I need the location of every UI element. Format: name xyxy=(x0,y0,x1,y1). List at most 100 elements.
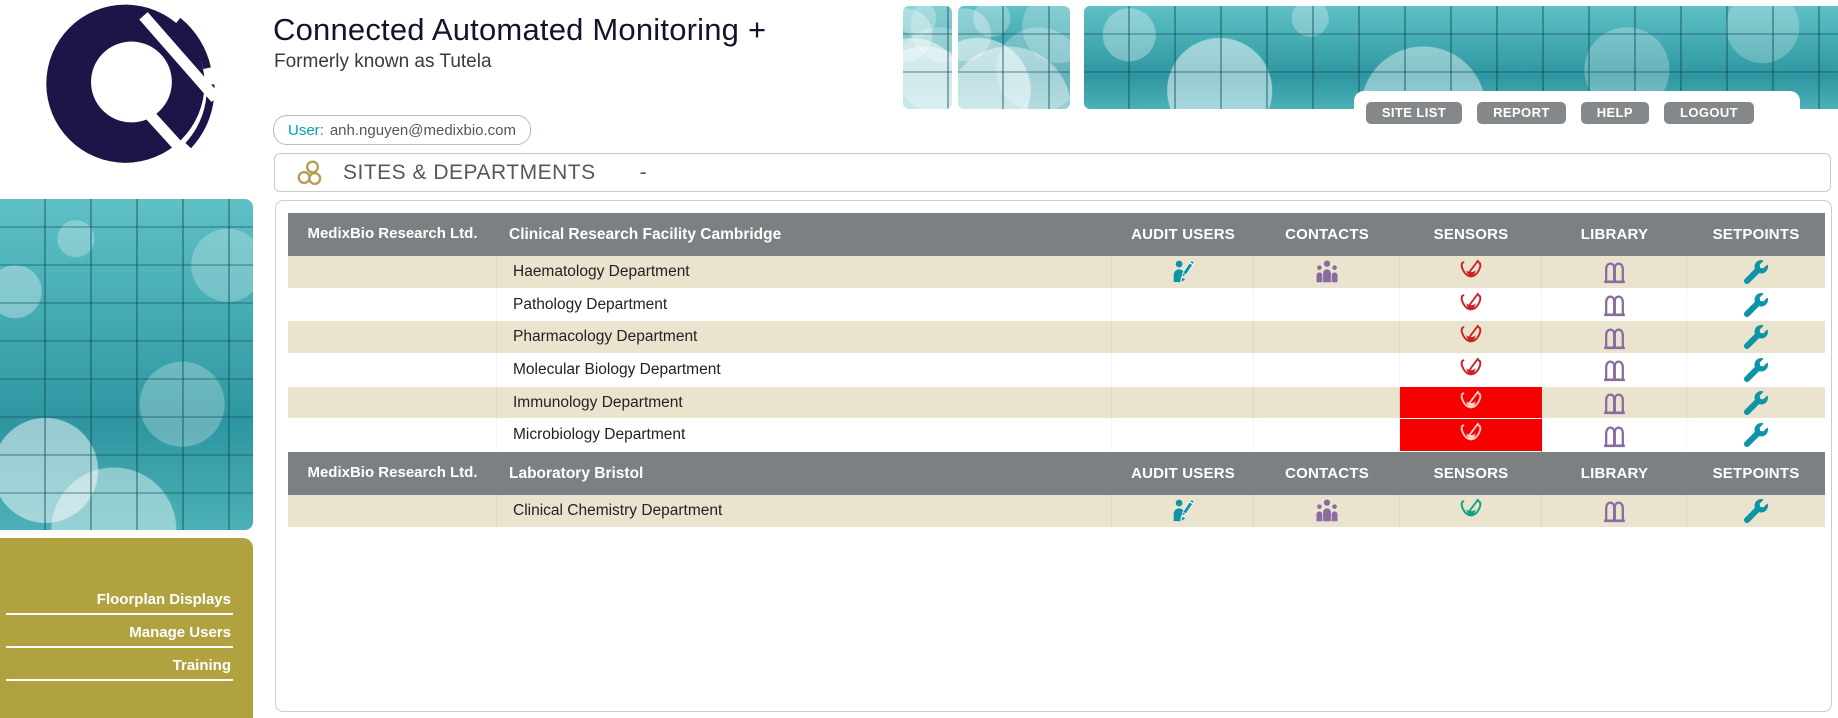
department-row: Molecular Biology Department xyxy=(288,354,1825,387)
site-column-spacer xyxy=(288,387,497,420)
audit-users-cell xyxy=(1112,354,1254,387)
department-name: Haematology Department xyxy=(497,256,1112,289)
audit-users-cell[interactable] xyxy=(1112,495,1254,528)
column-header-setpoints: SETPOINTS xyxy=(1687,452,1825,495)
department-name: Clinical Chemistry Department xyxy=(497,495,1112,528)
library-cell[interactable] xyxy=(1542,419,1687,452)
setpoints-cell[interactable] xyxy=(1687,256,1825,289)
page-subtitle: Formerly known as Tutela xyxy=(274,51,492,73)
sensors-icon xyxy=(1458,292,1484,318)
column-header-setpoints: SETPOINTS xyxy=(1687,213,1825,256)
column-header-audit-users: AUDIT USERS xyxy=(1112,213,1254,256)
department-name: Molecular Biology Department xyxy=(497,354,1112,387)
setpoints-icon xyxy=(1744,325,1768,349)
contacts-cell xyxy=(1254,387,1400,420)
column-header-contacts: CONTACTS xyxy=(1254,213,1400,256)
setpoints-cell[interactable] xyxy=(1687,289,1825,322)
sidebar-link-manage-users[interactable]: Manage Users xyxy=(6,615,233,648)
setpoints-cell[interactable] xyxy=(1687,354,1825,387)
company-name: MedixBio Research Ltd. xyxy=(288,213,497,256)
departments-table: MedixBio Research Ltd.Clinical Research … xyxy=(288,213,1825,528)
contacts-cell[interactable] xyxy=(1254,495,1400,528)
department-row: Haematology Department xyxy=(288,256,1825,289)
library-cell[interactable] xyxy=(1542,495,1687,528)
sensors-cell[interactable] xyxy=(1400,354,1542,387)
sensors-cell-alarm[interactable] xyxy=(1400,387,1542,420)
company-name: MedixBio Research Ltd. xyxy=(288,452,497,495)
audit-users-cell[interactable] xyxy=(1112,256,1254,289)
sensors-cell[interactable] xyxy=(1400,256,1542,289)
contacts-icon xyxy=(1314,259,1340,285)
banner-art-segment-1 xyxy=(903,6,952,109)
sidebar-link-training[interactable]: Training xyxy=(6,648,233,681)
department-row: Pharmacology Department xyxy=(288,321,1825,354)
audit-users-cell xyxy=(1112,387,1254,420)
library-cell[interactable] xyxy=(1542,289,1687,322)
library-icon xyxy=(1601,291,1628,318)
sites-departments-section-bar: SITES & DEPARTMENTS - xyxy=(274,153,1831,192)
cam-ring-logo-icon xyxy=(40,2,216,174)
site-column-spacer xyxy=(288,289,497,322)
banner-art-segment-2 xyxy=(958,6,1070,109)
column-header-contacts: CONTACTS xyxy=(1254,452,1400,495)
sensors-icon xyxy=(1458,324,1484,350)
column-header-library: LIBRARY xyxy=(1542,213,1687,256)
audit-users-cell xyxy=(1112,289,1254,322)
user-email: anh.nguyen@medixbio.com xyxy=(330,122,516,139)
library-cell[interactable] xyxy=(1542,354,1687,387)
setpoints-icon xyxy=(1744,391,1768,415)
column-header-library: LIBRARY xyxy=(1542,452,1687,495)
library-cell[interactable] xyxy=(1542,256,1687,289)
sensors-icon xyxy=(1458,357,1484,383)
setpoints-cell[interactable] xyxy=(1687,419,1825,452)
sensors-cell-alarm[interactable] xyxy=(1400,419,1542,452)
sensors-cell[interactable] xyxy=(1400,321,1542,354)
contacts-cell xyxy=(1254,354,1400,387)
site-column-spacer xyxy=(288,354,497,387)
contacts-cell xyxy=(1254,321,1400,354)
help-button[interactable]: HELP xyxy=(1581,102,1649,124)
contacts-cell[interactable] xyxy=(1254,256,1400,289)
sensors-icon xyxy=(1458,498,1484,524)
column-header-sensors: SENSORS xyxy=(1400,213,1542,256)
section-collapse-toggle[interactable]: - xyxy=(640,161,647,185)
sidebar-nav-panel: Floorplan DisplaysManage UsersTraining xyxy=(0,538,253,718)
library-icon xyxy=(1601,356,1628,383)
sensors-icon xyxy=(1458,259,1484,285)
audit-users-icon xyxy=(1170,259,1196,285)
site-list-button[interactable]: SITE LIST xyxy=(1366,102,1462,124)
setpoints-cell[interactable] xyxy=(1687,321,1825,354)
library-icon xyxy=(1601,324,1628,351)
setpoints-cell[interactable] xyxy=(1687,387,1825,420)
setpoints-icon xyxy=(1744,293,1768,317)
cluster-circles-icon xyxy=(295,158,325,188)
setpoints-icon xyxy=(1744,499,1768,523)
department-name: Microbiology Department xyxy=(497,419,1112,452)
site-column-spacer xyxy=(288,256,497,289)
department-row: Microbiology Department xyxy=(288,419,1825,452)
user-label: User: xyxy=(288,122,324,139)
site-header-row: MedixBio Research Ltd.Clinical Research … xyxy=(288,213,1825,256)
site-name: Laboratory Bristol xyxy=(497,452,1112,495)
sensors-icon xyxy=(1458,422,1484,448)
contacts-icon xyxy=(1314,498,1340,524)
sensors-cell[interactable] xyxy=(1400,289,1542,322)
site-column-spacer xyxy=(288,419,497,452)
library-cell[interactable] xyxy=(1542,321,1687,354)
department-row: Immunology Department xyxy=(288,387,1825,420)
column-header-audit-users: AUDIT USERS xyxy=(1112,452,1254,495)
logged-in-user-box: User: anh.nguyen@medixbio.com xyxy=(273,115,531,145)
sensors-cell[interactable] xyxy=(1400,495,1542,528)
sidebar-link-floorplan-displays[interactable]: Floorplan Displays xyxy=(6,582,233,615)
report-button[interactable]: REPORT xyxy=(1477,102,1566,124)
setpoints-icon xyxy=(1744,260,1768,284)
department-row: Clinical Chemistry Department xyxy=(288,495,1825,528)
logout-button[interactable]: LOGOUT xyxy=(1664,102,1754,124)
library-cell[interactable] xyxy=(1542,387,1687,420)
setpoints-cell[interactable] xyxy=(1687,495,1825,528)
audit-users-cell xyxy=(1112,419,1254,452)
site-header-row: MedixBio Research Ltd.Laboratory Bristol… xyxy=(288,452,1825,495)
app-logo xyxy=(40,2,216,174)
library-icon xyxy=(1601,258,1628,285)
department-name: Pathology Department xyxy=(497,289,1112,322)
